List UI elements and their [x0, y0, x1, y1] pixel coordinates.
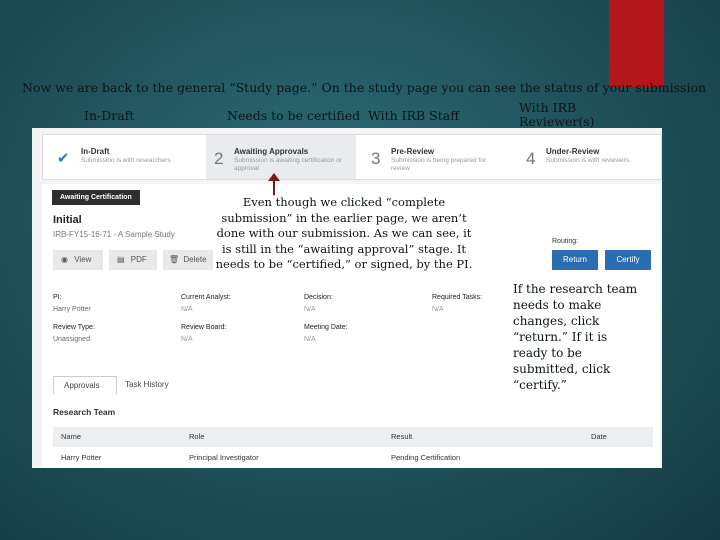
pi-label: PI:	[53, 294, 62, 301]
certify-button[interactable]: Certify	[605, 250, 651, 270]
analyst-value: N/A	[181, 306, 193, 313]
meeting-date-value: N/A	[304, 336, 316, 343]
step-title: In-Draft	[81, 147, 110, 156]
step-under-review[interactable]: 4 Under-Review Submission is with review…	[518, 135, 658, 179]
required-tasks-label: Required Tasks:	[432, 294, 483, 301]
review-type-value: Unassigned	[53, 336, 90, 343]
analyst-label: Current Analyst:	[181, 294, 231, 301]
review-board-value: N/A	[181, 336, 193, 343]
step-subtitle: Submission is awaiting certification or …	[234, 157, 343, 172]
step-awaiting-approvals[interactable]: 2 Awaiting Approvals Submission is await…	[206, 135, 356, 179]
trash-icon: 🗑	[169, 255, 180, 264]
delete-button[interactable]: 🗑 Delete	[163, 250, 213, 270]
detail-tabs: Approvals Task History	[53, 376, 203, 394]
eye-icon: ◉	[61, 255, 68, 264]
step-pre-review[interactable]: 3 Pre-Review Submission is being prepare…	[363, 135, 513, 179]
column-header-date: Date	[591, 432, 607, 441]
study-identifier: IRB-FY15-16-71 - A Sample Study	[53, 230, 175, 239]
research-team-title: Research Team	[53, 407, 116, 417]
stage-label-irb-staff: With IRB Staff	[368, 108, 460, 123]
step-subtitle: Submission is with reviewers	[546, 157, 630, 164]
review-board-label: Review Board:	[181, 324, 227, 331]
required-tasks-value: N/A	[432, 306, 444, 313]
step-in-draft[interactable]: ✔ In-Draft Submission is with researcher…	[43, 135, 193, 179]
table-header: Name Role Result Date	[53, 427, 653, 447]
decision-label: Decision:	[304, 294, 333, 301]
cell-name: Harry Potter	[61, 453, 102, 462]
accent-bar	[609, 0, 664, 87]
step-title: Under-Review	[546, 147, 600, 156]
step-number: 2	[214, 149, 224, 168]
tab-task-history[interactable]: Task History	[125, 376, 195, 394]
check-icon: ✔	[57, 150, 70, 167]
stage-label-irb-reviewers: With IRB Reviewer(s)	[519, 101, 595, 128]
side-note-text: If the research team needs to make chang…	[513, 282, 638, 392]
routing-label: Routing:	[552, 238, 579, 245]
meeting-date-label: Meeting Date:	[304, 324, 348, 331]
submission-type-title: Initial	[53, 214, 82, 226]
table-row: Harry Potter Principal Investigator Pend…	[53, 448, 653, 466]
stage-label-in-draft: In-Draft	[84, 108, 135, 123]
tab-approvals[interactable]: Approvals	[53, 376, 117, 394]
return-button[interactable]: Return	[552, 250, 598, 270]
step-number: 3	[371, 149, 381, 168]
step-number: 4	[526, 149, 536, 168]
stage-label-needs-certified: Needs to be certified	[227, 108, 361, 123]
cell-result: Pending Certification	[391, 453, 461, 462]
arrow-shaft	[273, 178, 275, 196]
callout-text: Even though we clicked “complete submiss…	[215, 195, 473, 273]
review-type-label: Review Type:	[53, 324, 95, 331]
step-subtitle: Submission is with researchers	[81, 157, 171, 164]
pdf-button[interactable]: ▤ PDF	[109, 250, 157, 270]
view-button[interactable]: ◉ View	[53, 250, 103, 270]
step-title: Pre-Review	[391, 147, 435, 156]
step-title: Awaiting Approvals	[234, 147, 309, 156]
pi-value: Harry Potter	[53, 306, 91, 313]
step-subtitle: Submission is being prepared for review	[391, 157, 487, 172]
delete-button-label: Delete	[183, 255, 207, 264]
slide-intro-text: Now we are back to the general “Study pa…	[22, 80, 707, 95]
decision-value: N/A	[304, 306, 316, 313]
view-button-label: View	[74, 255, 92, 264]
pdf-button-label: PDF	[130, 255, 147, 264]
column-header-name: Name	[61, 432, 82, 441]
workflow-steps: ✔ In-Draft Submission is with researcher…	[42, 134, 662, 180]
status-badge: Awaiting Certification	[52, 190, 140, 205]
column-header-role: Role	[189, 432, 205, 441]
document-icon: ▤	[117, 255, 125, 264]
column-header-result: Result	[391, 432, 413, 441]
cell-role: Principal Investigator	[189, 453, 259, 462]
